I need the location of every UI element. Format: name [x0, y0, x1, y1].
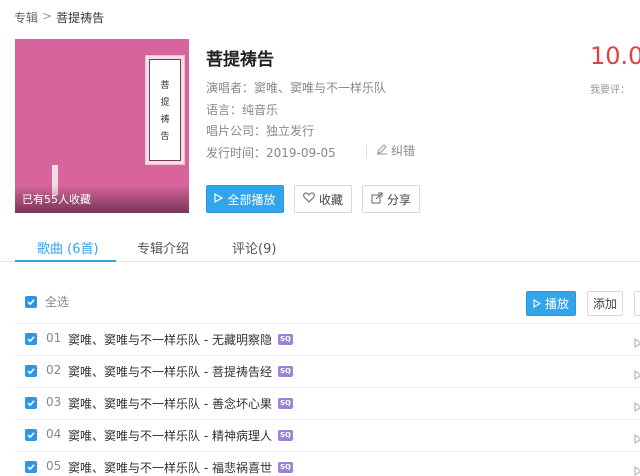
- album-score: 10.0: [590, 42, 640, 70]
- song-row[interactable]: 03 窦唯、窦唯与不一样乐队 - 善念坏心果 SQ: [0, 388, 640, 419]
- singer-label: 演唱者：: [206, 81, 255, 95]
- company-row: 唱片公司：独立发行: [206, 122, 314, 139]
- song-title[interactable]: 窦唯、窦唯与不一样乐队 - 善念坏心果: [68, 395, 272, 412]
- song-checkbox[interactable]: [25, 429, 37, 441]
- album-title: 菩提祷告: [206, 50, 274, 70]
- singer-link[interactable]: 窦唯、窦唯与不一样乐队: [254, 81, 386, 95]
- date-label: 发行时间：: [206, 146, 267, 160]
- song-checkbox[interactable]: [25, 397, 37, 409]
- cover-char: 菩: [160, 81, 170, 91]
- play-all-label: 全部播放: [227, 192, 276, 207]
- song-row[interactable]: 02 窦唯、窦唯与不一样乐队 - 菩提祷告经 SQ: [0, 356, 640, 387]
- breadcrumb-separator: >: [42, 9, 53, 23]
- cover-char: 告: [160, 132, 170, 142]
- check-icon: [27, 400, 35, 407]
- play-all-button[interactable]: 全部播放: [206, 185, 284, 213]
- divider: [366, 143, 367, 158]
- song-number: 04: [46, 427, 62, 441]
- favorite-button[interactable]: 收藏: [294, 185, 352, 213]
- heart-icon: [303, 192, 315, 206]
- song-checkbox[interactable]: [25, 365, 37, 377]
- pencil-icon: [376, 143, 388, 158]
- sq-quality-badge: SQ: [277, 398, 293, 409]
- tab-songs[interactable]: 歌曲 (6首): [37, 238, 99, 257]
- song-title[interactable]: 窦唯、窦唯与不一样乐队 - 无藏明察隐: [68, 331, 272, 348]
- play-selected-button[interactable]: 播放: [526, 291, 576, 316]
- cover-char: 祷: [160, 115, 170, 125]
- cover-char: 提: [160, 98, 170, 108]
- song-number: 02: [46, 363, 62, 377]
- song-number: 01: [46, 331, 62, 345]
- report-error-link[interactable]: 纠错: [366, 142, 415, 159]
- active-tab-indicator: [15, 260, 116, 262]
- singer-row: 演唱者：窦唯、窦唯与不一样乐队: [206, 79, 386, 96]
- breadcrumb: 专辑 > 菩提祷告: [14, 9, 104, 26]
- share-label: 分享: [386, 192, 411, 207]
- date-row: 发行时间：2019-09-05: [206, 144, 336, 161]
- play-label: 播放: [544, 297, 569, 311]
- song-checkbox[interactable]: [25, 333, 37, 345]
- tab-comments[interactable]: 评论(9): [232, 238, 276, 257]
- company-label: 唱片公司：: [206, 124, 267, 138]
- sq-quality-badge: SQ: [277, 334, 293, 345]
- song-play-icon[interactable]: [634, 397, 640, 416]
- breadcrumb-parent-link[interactable]: 专辑: [14, 9, 38, 26]
- play-icon: [533, 297, 542, 311]
- check-icon: [27, 464, 35, 471]
- check-icon: [27, 299, 35, 306]
- date-value: 2019-09-05: [266, 146, 336, 160]
- more-button[interactable]: [634, 291, 640, 316]
- language-label: 语言：: [206, 103, 243, 117]
- language-row: 语言：纯音乐: [206, 101, 278, 118]
- song-row[interactable]: 05 窦唯、窦唯与不一样乐队 - 福悲祸喜世 SQ: [0, 452, 640, 476]
- song-title[interactable]: 窦唯、窦唯与不一样乐队 - 精神病理人: [68, 427, 272, 444]
- sq-quality-badge: SQ: [277, 430, 293, 441]
- check-icon: [27, 432, 35, 439]
- play-icon: [214, 192, 224, 206]
- favorite-label: 收藏: [318, 192, 343, 207]
- favorites-count: 已有55人收藏: [22, 193, 91, 206]
- breadcrumb-current: 菩提祷告: [56, 11, 105, 25]
- report-label: 纠错: [391, 144, 416, 158]
- check-icon: [27, 368, 35, 375]
- sq-quality-badge: SQ: [277, 462, 293, 473]
- share-icon: [371, 192, 383, 207]
- song-play-icon[interactable]: [634, 333, 640, 352]
- select-all-checkbox[interactable]: [25, 296, 37, 308]
- company-value: 独立发行: [266, 124, 315, 138]
- song-number: 05: [46, 459, 62, 473]
- tab-album-intro[interactable]: 专辑介绍: [137, 238, 189, 257]
- song-play-icon[interactable]: [634, 461, 640, 476]
- song-row[interactable]: 01 窦唯、窦唯与不一样乐队 - 无藏明察隐 SQ: [0, 324, 640, 355]
- sq-quality-badge: SQ: [277, 366, 293, 377]
- select-all-label[interactable]: 全选: [45, 293, 69, 310]
- song-number: 03: [46, 395, 62, 409]
- song-play-icon[interactable]: [634, 429, 640, 448]
- song-title[interactable]: 窦唯、窦唯与不一样乐队 - 菩提祷告经: [68, 363, 272, 380]
- album-cover[interactable]: 菩 提 祷 告 已有55人收藏: [15, 39, 189, 213]
- language-value: 纯音乐: [242, 103, 279, 117]
- song-play-icon[interactable]: [634, 365, 640, 384]
- add-button[interactable]: 添加: [587, 291, 623, 316]
- song-title[interactable]: 窦唯、窦唯与不一样乐队 - 福悲祸喜世: [68, 459, 272, 476]
- rate-label[interactable]: 我要评：: [590, 81, 630, 96]
- share-button[interactable]: 分享: [362, 185, 420, 213]
- check-icon: [27, 336, 35, 343]
- song-checkbox[interactable]: [25, 461, 37, 473]
- cover-title-card: 菩 提 祷 告: [145, 55, 185, 165]
- song-row[interactable]: 04 窦唯、窦唯与不一样乐队 - 精神病理人 SQ: [0, 420, 640, 451]
